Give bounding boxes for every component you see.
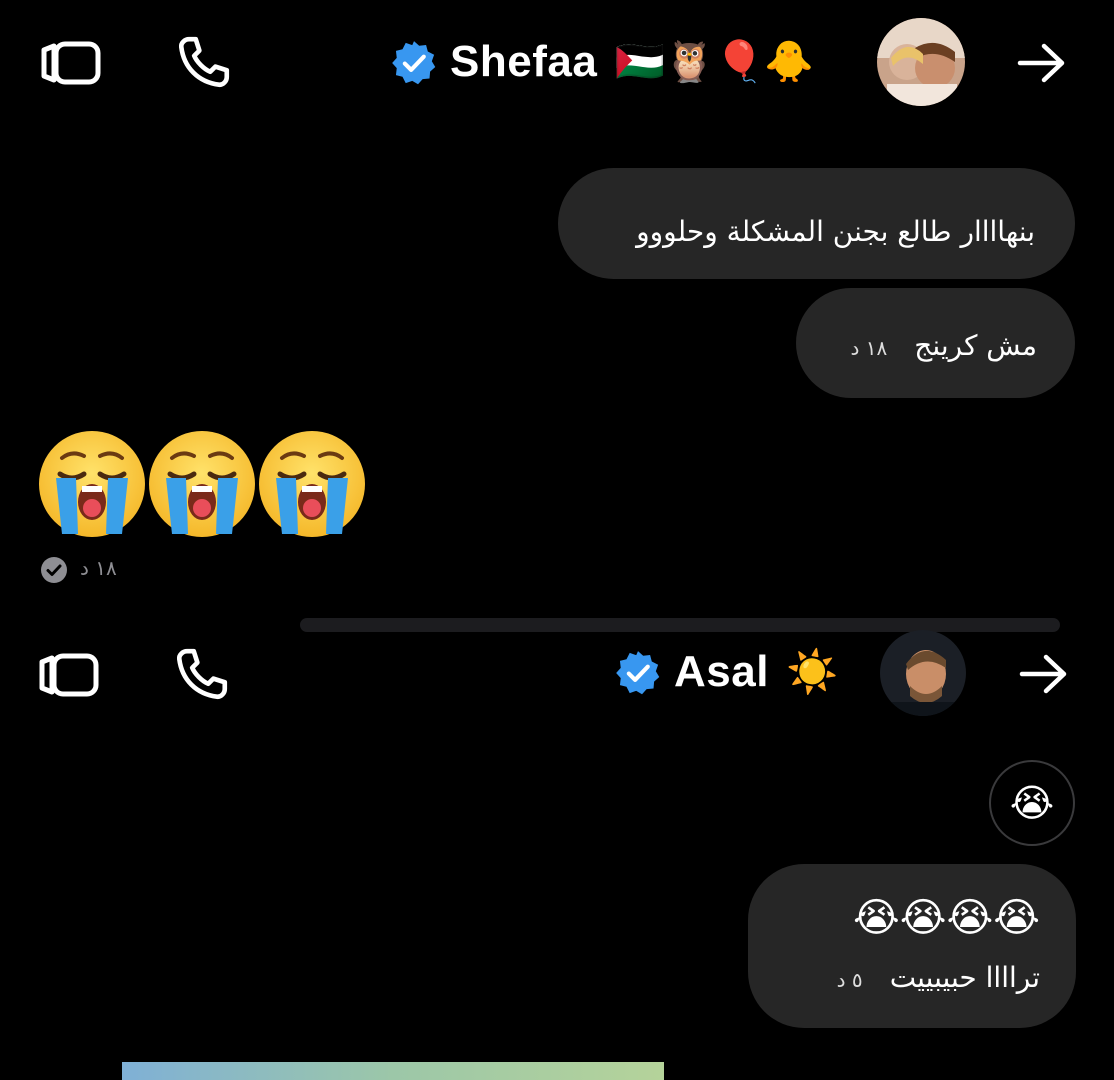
reaction-emoji: 😭 [1009,781,1055,825]
media-preview[interactable] [122,1062,664,1080]
message-text: تراااا حبيبييت [889,961,1040,994]
phone-icon[interactable] [172,32,234,94]
message-bubble[interactable]: بنهاااار طالع بجنن المشكلة وحلووو [558,168,1075,279]
chat-title-emoji: ☀️ [786,647,839,696]
avatar[interactable] [880,630,966,716]
message-text: مش كرينج [914,329,1037,362]
crying-face-emojis [39,426,376,544]
phone-icon[interactable] [170,644,232,706]
message-bubble[interactable]: مش كرينج ١٨ د [796,288,1075,398]
message-time: ١٨ د [80,556,117,580]
avatar[interactable] [877,18,965,106]
message-bubble[interactable]: 😭😭😭😭 تراااا حبيبييت ٥ د [748,864,1076,1028]
read-receipt-icon [41,557,67,583]
chat-title-name[interactable]: Asal [674,646,769,698]
emoji-message[interactable]: 😭😭😭 [36,426,376,544]
verified-badge-icon [391,40,437,86]
chat-title-name[interactable]: Shefaa [450,36,597,88]
separator [300,618,1060,632]
message-emojis: 😭😭😭😭 [853,895,1040,941]
read-receipt: ١٨ د [40,556,140,586]
reaction-bubble[interactable]: 😭 [989,760,1075,846]
video-call-icon[interactable] [40,40,102,86]
verified-badge-icon [615,650,661,696]
forward-arrow-icon[interactable] [1018,653,1070,695]
forward-arrow-icon[interactable] [1016,42,1068,84]
message-text: بنهاااار طالع بجنن المشكلة وحلووو [636,215,1035,248]
chat-title-emojis: 🇵🇸🦉🎈🐥 [615,39,815,85]
message-time: ٥ د [836,968,863,992]
video-call-icon[interactable] [38,652,100,698]
message-time: ١٨ د [850,336,888,360]
